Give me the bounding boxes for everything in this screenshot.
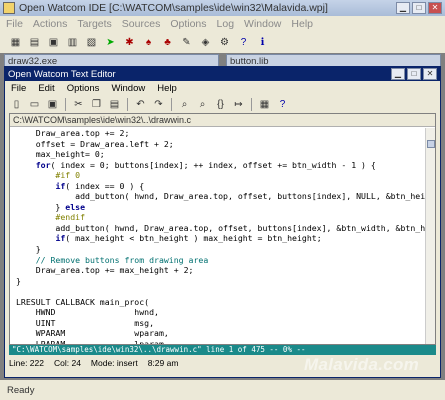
ide-titlebar: Open Watcom IDE [C:\WATCOM\samples\ide\w… [0,0,445,16]
document-title: C:\WATCOM\samples\ide\win32\..\drawwin.c [13,115,192,125]
save-icon[interactable]: ▣ [46,35,61,50]
toolbar-separator [251,97,252,111]
watermark-logo: Malavida.com [304,355,420,374]
menu-sources[interactable]: Sources [122,18,161,30]
editor-titlebar: Open Watcom Text Editor ▁ □ ✕ [5,67,440,81]
new-file-icon[interactable]: ▯ [9,97,24,112]
editor-menu-options[interactable]: Options [67,83,100,94]
menu-window[interactable]: Window [244,18,281,30]
goto-icon[interactable]: ↦ [231,97,246,112]
editor-window-controls: ▁ □ ✕ [391,68,440,80]
code-area[interactable]: Draw_area.top += 2; offset = Draw_area.l… [10,128,426,344]
menu-options[interactable]: Options [170,18,206,30]
close-icon[interactable]: ✕ [428,2,442,14]
text-editor-window: Open Watcom Text Editor ▁ □ ✕ File Edit … [4,66,441,378]
menu-help[interactable]: Help [291,18,313,30]
code-line[interactable]: Draw_area.top += max_height + 2; [16,265,426,276]
status-line: Line: 222 [9,358,44,368]
open-file-icon[interactable]: ▭ [27,97,42,112]
code-line[interactable]: max_height= 0; [16,149,426,160]
ide-statusbar: Ready [0,381,445,400]
maximize-icon[interactable]: □ [412,2,426,14]
status-mode: Mode: insert [90,358,138,368]
editor-icon[interactable]: ✎ [179,35,194,50]
code-line[interactable]: LPARAM lparam [16,339,426,344]
menu-file[interactable]: File [6,18,23,30]
help-icon[interactable]: ? [275,97,290,112]
match-brace-icon[interactable]: {} [213,97,228,112]
message-bar: "C:\WATCOM\samples\ide\win32\..\drawwin.… [9,345,436,355]
menu-targets[interactable]: Targets [77,18,111,30]
code-line[interactable]: #if 0 [16,170,426,181]
ide-menubar: File Actions Targets Sources Options Log… [0,17,445,31]
vertical-scrollbar[interactable] [425,128,435,344]
editor-title-text: Open Watcom Text Editor [8,68,116,80]
minimize-icon[interactable]: ▁ [391,68,405,80]
save-file-icon[interactable]: ▣ [45,97,60,112]
make-icon[interactable]: ▧ [84,35,99,50]
undo-icon[interactable]: ↶ [133,97,148,112]
code-line[interactable]: add_button( hwnd, Draw_area.top, offset,… [16,191,426,202]
toolbar-separator [127,97,128,111]
code-line[interactable]: HWND hwnd, [16,307,426,318]
editor-menu-file[interactable]: File [11,83,26,94]
editor-menubar: File Edit Options Window Help [5,81,177,95]
code-line[interactable]: #endif [16,212,426,223]
run-icon[interactable]: ➤ [103,35,118,50]
find-icon[interactable]: ⌕ [177,97,192,112]
build-icon[interactable]: ▥ [65,35,80,50]
editor-statusbar: Line: 222 Col: 24 Mode: insert 8:29 am [7,357,178,369]
open-project-icon[interactable]: ▤ [27,35,42,50]
editor-menu-window[interactable]: Window [111,83,145,94]
redo-icon[interactable]: ↷ [151,97,166,112]
paste-icon[interactable]: ▤ [107,97,122,112]
code-line[interactable]: offset = Draw_area.left + 2; [16,139,426,150]
code-line[interactable] [16,286,426,297]
find-next-icon[interactable]: ⌕ [195,97,210,112]
document-titlebar: C:\WATCOM\samples\ide\win32\..\drawwin.c [10,114,435,127]
code-line[interactable]: if( index == 0 ) { [16,181,426,192]
profile-icon[interactable]: ♣ [160,35,175,50]
status-text: Ready [7,385,35,396]
code-line[interactable]: add_button( hwnd, Draw_area.top, offset,… [16,223,426,234]
minimize-icon[interactable]: ▁ [396,2,410,14]
settings-icon[interactable]: ⚙ [217,35,232,50]
code-line[interactable]: UINT msg, [16,318,426,329]
watcom-app-icon [3,2,15,14]
editor-menu-edit[interactable]: Edit [38,83,54,94]
toolbar-separator [65,97,66,111]
ide-window-controls: ▁ □ ✕ [396,2,445,14]
code-line[interactable]: Draw_area.top += 2; [16,128,426,139]
status-col: Col: 24 [53,358,81,368]
document-window: C:\WATCOM\samples\ide\win32\..\drawwin.c… [9,113,436,345]
code-line[interactable]: } else [16,202,426,213]
info-icon[interactable]: ℹ [255,35,270,50]
maximize-icon[interactable]: □ [407,68,421,80]
code-line[interactable]: WPARAM wparam, [16,328,426,339]
files-icon[interactable]: ▦ [257,97,272,112]
browse-icon[interactable]: ♠ [141,35,156,50]
menu-log[interactable]: Log [217,18,235,30]
close-icon[interactable]: ✕ [423,68,437,80]
code-line[interactable]: LRESULT CALLBACK main_proc( [16,297,426,308]
debug-icon[interactable]: ✱ [122,35,137,50]
code-line[interactable]: } [16,276,426,287]
editor-menu-help[interactable]: Help [157,83,177,94]
ide-toolbar: ▦ ▤ ▣ ▥ ▧ ➤ ✱ ♠ ♣ ✎ ◈ ⚙ ? ℹ [0,32,445,52]
cut-icon[interactable]: ✂ [71,97,86,112]
code-line[interactable]: } [16,244,426,255]
code-line[interactable]: for( index = 0; buttons[index]; ++ index… [16,160,426,171]
new-project-icon[interactable]: ▦ [8,35,23,50]
editor-toolbar: ▯ ▭ ▣ ✂ ❐ ▤ ↶ ↷ ⌕ ⌕ {} ↦ ▦ ? [5,95,440,113]
code-line[interactable]: if( max_height < btn_height ) max_height… [16,233,426,244]
help-icon[interactable]: ? [236,35,251,50]
copy-icon[interactable]: ❐ [89,97,104,112]
toolbar-separator [171,97,172,111]
code-line[interactable]: // Remove buttons from drawing area [16,255,426,266]
ide-title-text: Open Watcom IDE [C:\WATCOM\samples\ide\w… [19,2,328,14]
scrollbar-thumb[interactable] [427,140,435,148]
menu-actions[interactable]: Actions [33,18,67,30]
status-time: 8:29 am [147,358,179,368]
resource-icon[interactable]: ◈ [198,35,213,50]
